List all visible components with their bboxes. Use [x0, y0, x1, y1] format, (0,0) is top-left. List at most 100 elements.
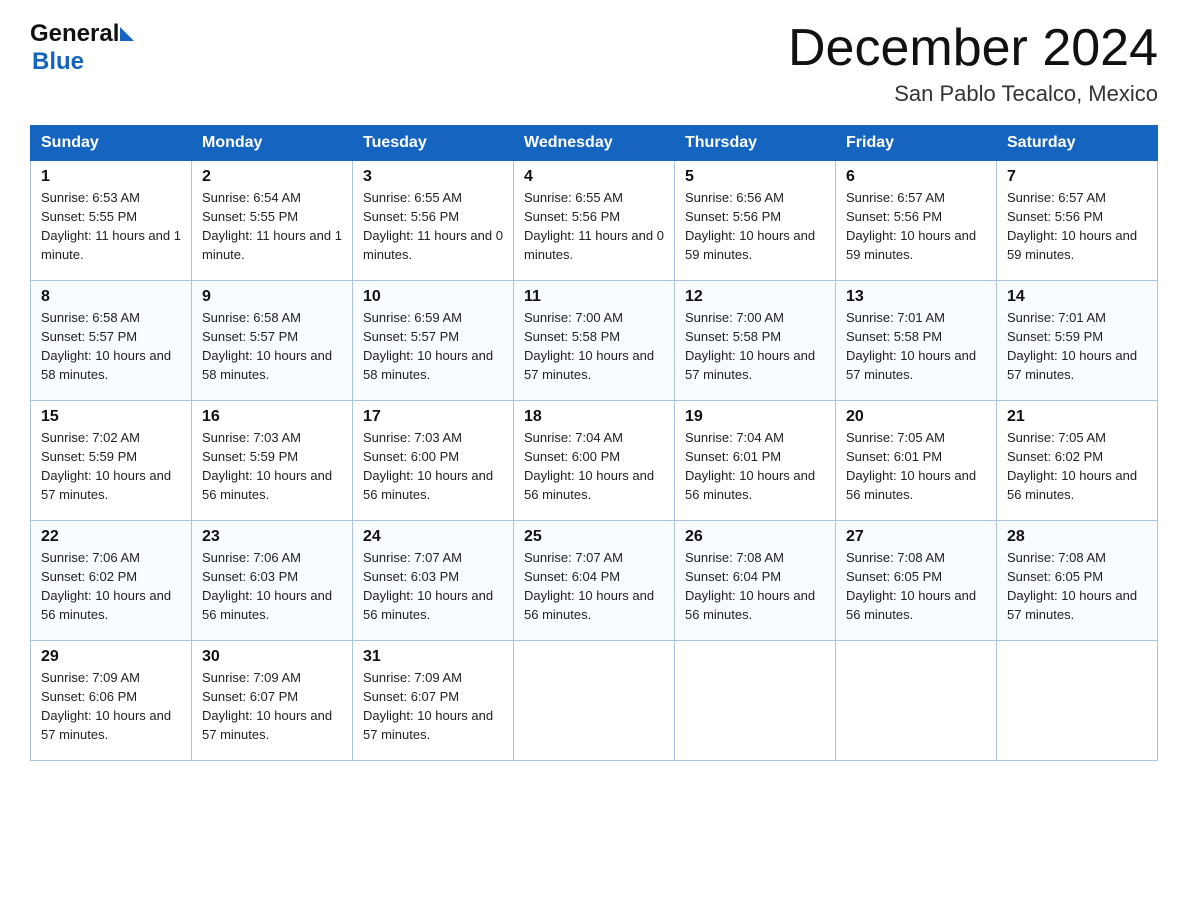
- calendar-cell: 12Sunrise: 7:00 AMSunset: 5:58 PMDayligh…: [675, 281, 836, 401]
- day-info: Sunrise: 6:58 AMSunset: 5:57 PMDaylight:…: [202, 309, 342, 384]
- day-number: 3: [363, 168, 503, 186]
- calendar-cell: 16 Sunrise: 7:03 AMSunset: 5:59 PMDayligh…: [192, 401, 353, 521]
- calendar-cell: 21 Sunrise: 7:05 AMSunset: 6:02 PMDayligh…: [997, 401, 1158, 521]
- calendar-cell: 11 Sunrise: 7:00 AMSunset: 5:58 PMDayligh…: [514, 281, 675, 401]
- calendar-cell: [997, 641, 1158, 761]
- day-info: Sunrise: 7:06 AMSunset: 6:02 PMDaylight:…: [41, 549, 181, 624]
- day-info: Sunrise: 6:56 AMSunset: 5:56 PMDaylight:…: [685, 189, 825, 264]
- day-number: 31: [363, 648, 503, 666]
- calendar-cell: 28 Sunrise: 7:08 AMSunset: 6:05 PMDayligh…: [997, 521, 1158, 641]
- calendar-cell: 26 Sunrise: 7:08 AMSunset: 6:04 PMDayligh…: [675, 521, 836, 641]
- day-number: 7: [1007, 168, 1147, 186]
- day-info: Sunrise: 7:03 AMSunset: 5:59 PMDaylight:…: [202, 429, 342, 504]
- day-number: 14: [1007, 288, 1147, 306]
- calendar-cell: 17Sunrise: 7:03 AMSunset: 6:00 PMDayligh…: [353, 401, 514, 521]
- column-header-tuesday: Tuesday: [353, 126, 514, 161]
- calendar-cell: 14Sunrise: 7:01 AMSunset: 5:59 PMDayligh…: [997, 281, 1158, 401]
- calendar-week-row: 1Sunrise: 6:53 AMSunset: 5:55 PMDaylight…: [31, 161, 1158, 281]
- day-number: 30: [202, 648, 342, 666]
- day-number: 11: [524, 288, 664, 306]
- calendar-cell: [675, 641, 836, 761]
- day-info: Sunrise: 7:09 AMSunset: 6:07 PMDaylight:…: [202, 669, 342, 744]
- calendar-cell: 2Sunrise: 6:54 AMSunset: 5:55 PMDaylight…: [192, 161, 353, 281]
- logo-blue-text: Blue: [32, 48, 84, 75]
- day-info: Sunrise: 6:55 AMSunset: 5:56 PMDaylight:…: [524, 189, 664, 264]
- calendar-cell: 4Sunrise: 6:55 AMSunset: 5:56 PMDaylight…: [514, 161, 675, 281]
- calendar-week-row: 22 Sunrise: 7:06 AMSunset: 6:02 PMDayligh…: [31, 521, 1158, 641]
- day-number: 10: [363, 288, 503, 306]
- day-info: Sunrise: 7:09 AMSunset: 6:06 PMDaylight:…: [41, 669, 181, 744]
- column-header-wednesday: Wednesday: [514, 126, 675, 161]
- logo-triangle-icon: [120, 27, 134, 41]
- day-info: Sunrise: 6:59 AMSunset: 5:57 PMDaylight:…: [363, 309, 503, 384]
- day-number: 6: [846, 168, 986, 186]
- logo: General Blue: [30, 20, 134, 76]
- calendar-cell: 3 Sunrise: 6:55 AMSunset: 5:56 PMDaylight…: [353, 161, 514, 281]
- day-info: Sunrise: 7:00 AMSunset: 5:58 PMDaylight:…: [685, 309, 825, 384]
- column-header-monday: Monday: [192, 126, 353, 161]
- day-info: Sunrise: 6:57 AMSunset: 5:56 PMDaylight:…: [1007, 189, 1147, 264]
- day-number: 5: [685, 168, 825, 186]
- day-info: Sunrise: 7:08 AMSunset: 6:04 PMDaylight:…: [685, 549, 825, 624]
- calendar-header-row: SundayMondayTuesdayWednesdayThursdayFrid…: [31, 126, 1158, 161]
- day-info: Sunrise: 7:04 AMSunset: 6:00 PMDaylight:…: [524, 429, 664, 504]
- page-header: General Blue December 2024 San Pablo Tec…: [30, 20, 1158, 107]
- calendar-cell: 19Sunrise: 7:04 AMSunset: 6:01 PMDayligh…: [675, 401, 836, 521]
- day-info: Sunrise: 7:05 AMSunset: 6:01 PMDaylight:…: [846, 429, 986, 504]
- calendar-cell: 6Sunrise: 6:57 AMSunset: 5:56 PMDaylight…: [836, 161, 997, 281]
- day-info: Sunrise: 7:07 AMSunset: 6:04 PMDaylight:…: [524, 549, 664, 624]
- day-number: 27: [846, 528, 986, 546]
- calendar-week-row: 29 Sunrise: 7:09 AMSunset: 6:06 PMDayligh…: [31, 641, 1158, 761]
- day-number: 29: [41, 648, 181, 666]
- day-info: Sunrise: 7:06 AMSunset: 6:03 PMDaylight:…: [202, 549, 342, 624]
- calendar-cell: 7 Sunrise: 6:57 AMSunset: 5:56 PMDaylight…: [997, 161, 1158, 281]
- calendar-cell: 8 Sunrise: 6:58 AMSunset: 5:57 PMDaylight…: [31, 281, 192, 401]
- day-number: 18: [524, 408, 664, 426]
- day-info: Sunrise: 7:07 AMSunset: 6:03 PMDaylight:…: [363, 549, 503, 624]
- day-number: 13: [846, 288, 986, 306]
- location-subtitle: San Pablo Tecalco, Mexico: [788, 81, 1158, 107]
- column-header-thursday: Thursday: [675, 126, 836, 161]
- calendar-cell: 23Sunrise: 7:06 AMSunset: 6:03 PMDayligh…: [192, 521, 353, 641]
- column-header-saturday: Saturday: [997, 126, 1158, 161]
- day-number: 26: [685, 528, 825, 546]
- calendar-cell: 31Sunrise: 7:09 AMSunset: 6:07 PMDayligh…: [353, 641, 514, 761]
- calendar-cell: 5 Sunrise: 6:56 AMSunset: 5:56 PMDaylight…: [675, 161, 836, 281]
- calendar-week-row: 8 Sunrise: 6:58 AMSunset: 5:57 PMDaylight…: [31, 281, 1158, 401]
- logo-general-text: General: [30, 20, 119, 48]
- calendar-cell: 10 Sunrise: 6:59 AMSunset: 5:57 PMDayligh…: [353, 281, 514, 401]
- calendar-cell: 13 Sunrise: 7:01 AMSunset: 5:58 PMDayligh…: [836, 281, 997, 401]
- month-title: December 2024: [788, 20, 1158, 77]
- calendar-cell: 1Sunrise: 6:53 AMSunset: 5:55 PMDaylight…: [31, 161, 192, 281]
- title-area: December 2024 San Pablo Tecalco, Mexico: [788, 20, 1158, 107]
- day-number: 8: [41, 288, 181, 306]
- day-info: Sunrise: 7:02 AMSunset: 5:59 PMDaylight:…: [41, 429, 181, 504]
- calendar-cell: 15 Sunrise: 7:02 AMSunset: 5:59 PMDayligh…: [31, 401, 192, 521]
- day-info: Sunrise: 7:08 AMSunset: 6:05 PMDaylight:…: [846, 549, 986, 624]
- day-info: Sunrise: 7:08 AMSunset: 6:05 PMDaylight:…: [1007, 549, 1147, 624]
- day-number: 25: [524, 528, 664, 546]
- calendar-cell: [836, 641, 997, 761]
- column-header-sunday: Sunday: [31, 126, 192, 161]
- day-number: 16: [202, 408, 342, 426]
- calendar-cell: [514, 641, 675, 761]
- column-header-friday: Friday: [836, 126, 997, 161]
- calendar-cell: 18 Sunrise: 7:04 AMSunset: 6:00 PMDayligh…: [514, 401, 675, 521]
- calendar-cell: 20 Sunrise: 7:05 AMSunset: 6:01 PMDayligh…: [836, 401, 997, 521]
- day-number: 28: [1007, 528, 1147, 546]
- calendar-cell: 22 Sunrise: 7:06 AMSunset: 6:02 PMDayligh…: [31, 521, 192, 641]
- day-info: Sunrise: 6:58 AMSunset: 5:57 PMDaylight:…: [41, 309, 181, 384]
- calendar-cell: 30 Sunrise: 7:09 AMSunset: 6:07 PMDayligh…: [192, 641, 353, 761]
- day-info: Sunrise: 7:05 AMSunset: 6:02 PMDaylight:…: [1007, 429, 1147, 504]
- day-number: 20: [846, 408, 986, 426]
- calendar-cell: 24Sunrise: 7:07 AMSunset: 6:03 PMDayligh…: [353, 521, 514, 641]
- day-info: Sunrise: 7:00 AMSunset: 5:58 PMDaylight:…: [524, 309, 664, 384]
- day-number: 22: [41, 528, 181, 546]
- calendar-cell: 29 Sunrise: 7:09 AMSunset: 6:06 PMDayligh…: [31, 641, 192, 761]
- day-info: Sunrise: 6:54 AMSunset: 5:55 PMDaylight:…: [202, 189, 342, 264]
- day-info: Sunrise: 7:01 AMSunset: 5:58 PMDaylight:…: [846, 309, 986, 384]
- day-info: Sunrise: 6:55 AMSunset: 5:56 PMDaylight:…: [363, 189, 503, 264]
- day-number: 15: [41, 408, 181, 426]
- calendar-week-row: 15 Sunrise: 7:02 AMSunset: 5:59 PMDayligh…: [31, 401, 1158, 521]
- day-number: 21: [1007, 408, 1147, 426]
